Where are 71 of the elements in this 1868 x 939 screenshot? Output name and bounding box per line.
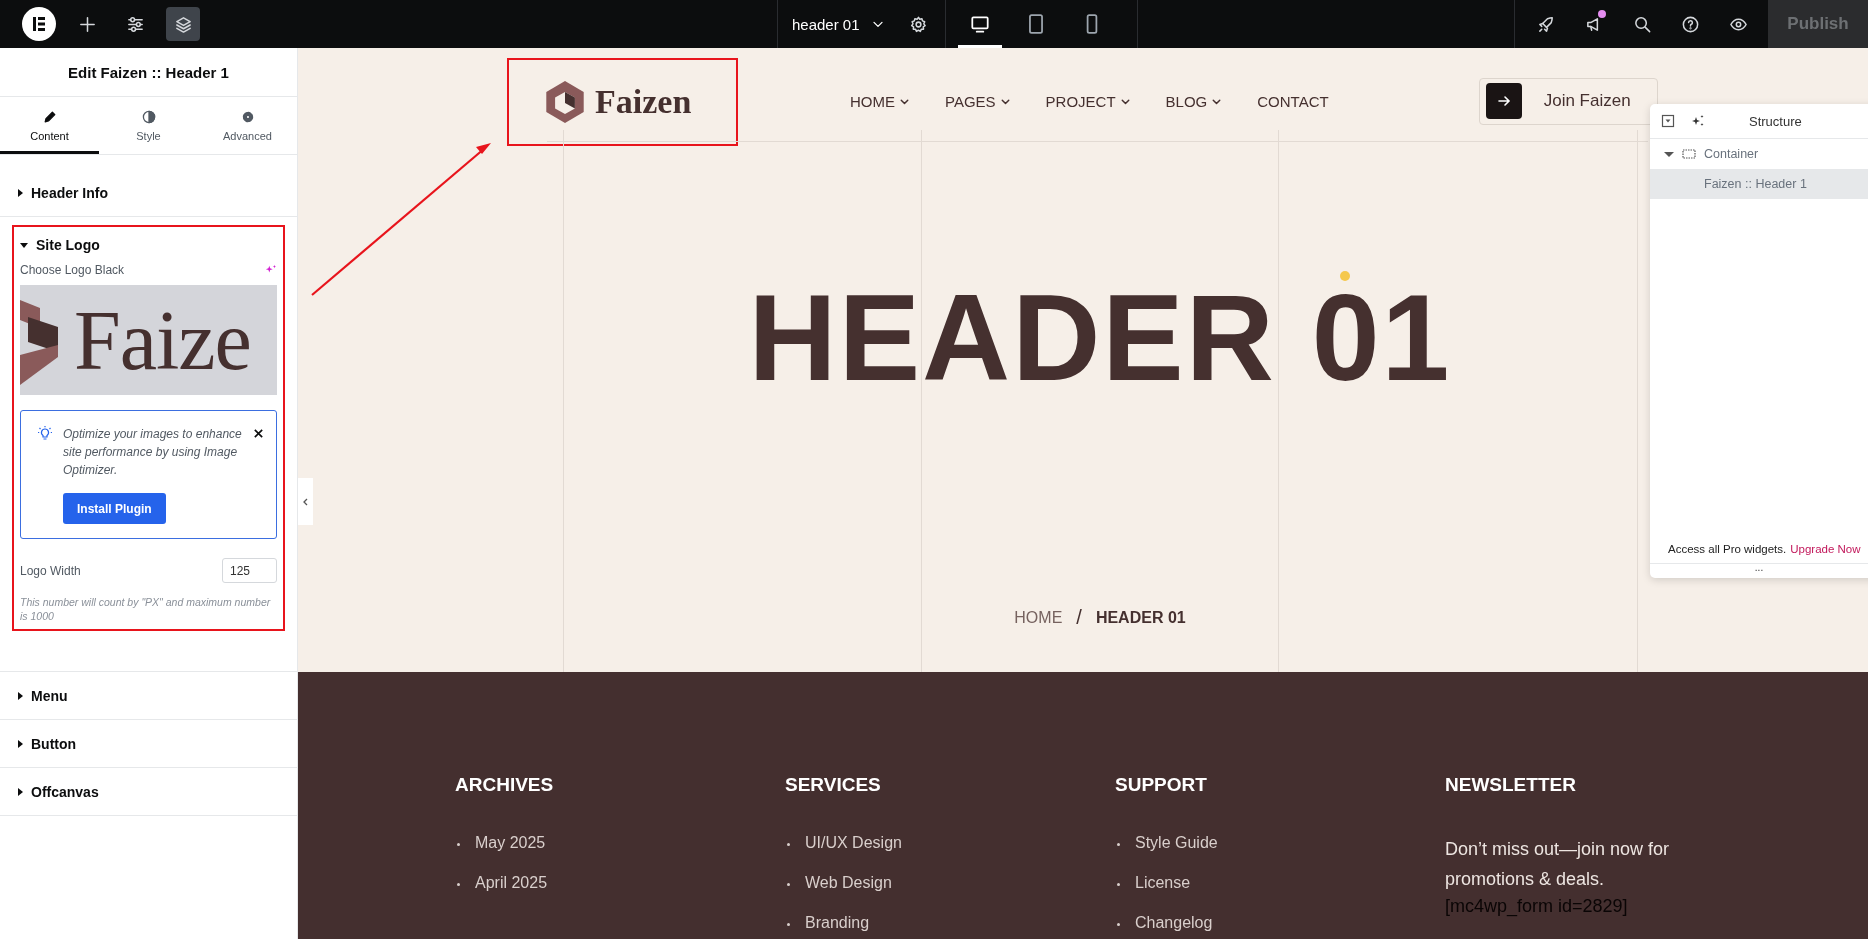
panel-tab[interactable]: Style: [99, 97, 198, 154]
nav-link[interactable]: CONTACT: [1257, 92, 1329, 110]
notice-text: Optimize your images to enhance site performance by using Image Optimizer.: [63, 426, 243, 479]
rocket-icon: [1536, 14, 1556, 34]
footer-link[interactable]: April 2025: [455, 874, 548, 914]
shortcode-text: [mc4wp_form id=2829]: [1445, 895, 1628, 918]
footer-link[interactable]: Changelog: [1115, 914, 1213, 939]
caret-icon: [1664, 151, 1674, 157]
section-header[interactable]: Button: [18, 720, 279, 767]
container-icon: [1682, 149, 1696, 159]
footer-heading: NEWSLETTER: [1445, 774, 1577, 796]
breadcrumb-separator: /: [1076, 606, 1082, 629]
toolbar-button[interactable]: [166, 7, 200, 41]
accent-dot: [1340, 271, 1350, 281]
help-icon: [1680, 14, 1700, 34]
footer-heading: SERVICES: [785, 774, 882, 796]
app-logo[interactable]: [22, 7, 56, 41]
field-label: Choose Logo Black: [20, 263, 125, 277]
footer-link[interactable]: Style Guide: [1115, 834, 1218, 874]
lightbulb-icon: [37, 425, 53, 441]
caret-icon: [18, 787, 23, 796]
section-header[interactable]: Header Info: [18, 169, 279, 216]
footer-link[interactable]: May 2025: [455, 834, 546, 874]
section-header[interactable]: Menu: [18, 672, 279, 719]
nav-link[interactable]: HOME: [850, 92, 911, 110]
footer-link[interactable]: UI/UX Design: [785, 834, 902, 874]
footer-link[interactable]: Web Design: [785, 874, 892, 914]
logo-preview[interactable]: Faize: [20, 285, 277, 395]
plus-icon: [77, 14, 97, 34]
install-plugin-button[interactable]: Install Plugin: [63, 493, 166, 524]
logo-text: Faize: [74, 292, 251, 389]
newsletter-text: Don’t miss out—join now for promotions & deals.: [1445, 838, 1671, 891]
join-button[interactable]: Join Faizen: [1478, 77, 1658, 125]
nav-link[interactable]: BLOG: [1165, 92, 1224, 110]
site-logo[interactable]: Faizen: [507, 58, 738, 146]
field-label: Logo Width: [20, 563, 81, 578]
caret-icon: [18, 188, 23, 197]
hexagon-logo-icon: [545, 80, 585, 124]
sparkle-button[interactable]: [1691, 114, 1705, 128]
layers-icon: [173, 14, 193, 34]
caret-icon: [18, 691, 23, 700]
footer-link[interactable]: License: [1115, 874, 1191, 914]
footer-heading: ARCHIVES: [455, 774, 555, 796]
more-handle[interactable]: ...: [1650, 564, 1868, 578]
nav-link[interactable]: PROJECT: [1045, 92, 1132, 110]
panel-tab[interactable]: Content: [0, 97, 99, 154]
breadcrumb-current: HEADER 01: [1095, 608, 1186, 627]
panel-title: Edit Faizen :: Header 1: [0, 48, 297, 97]
footer-heading: SUPPORT: [1115, 774, 1208, 796]
panel-tab[interactable]: Advanced: [198, 97, 297, 154]
caret-icon: [20, 242, 28, 248]
dropdown-button[interactable]: [1661, 114, 1675, 128]
section-header[interactable]: Site Logo: [20, 227, 277, 263]
tree-item[interactable]: Container: [1650, 139, 1868, 169]
section-header[interactable]: Offcanvas: [18, 768, 279, 815]
contrast-icon: [140, 109, 157, 125]
breadcrumb-link[interactable]: HOME: [1014, 608, 1063, 627]
promo-text: Access all Pro widgets.: [1668, 542, 1787, 555]
upgrade-link[interactable]: Upgrade Now: [1790, 542, 1861, 555]
page-title-dropdown[interactable]: header 01: [792, 15, 886, 33]
settings-icon: [908, 14, 928, 34]
caret-icon: [18, 739, 23, 748]
page-heading: HEADER 01: [748, 288, 1452, 388]
nav-link[interactable]: PAGES: [945, 92, 1012, 110]
sliders-icon: [125, 14, 145, 34]
number-field[interactable]: 125: [222, 558, 277, 583]
search-icon: [1632, 14, 1652, 34]
panel-title: Structure: [1749, 113, 1802, 129]
tree-item[interactable]: Faizen :: Header 1: [1650, 169, 1868, 199]
help-text: This number will count by "PX" and maximum number is 1000: [20, 595, 272, 623]
footer-link[interactable]: Branding: [785, 914, 870, 939]
